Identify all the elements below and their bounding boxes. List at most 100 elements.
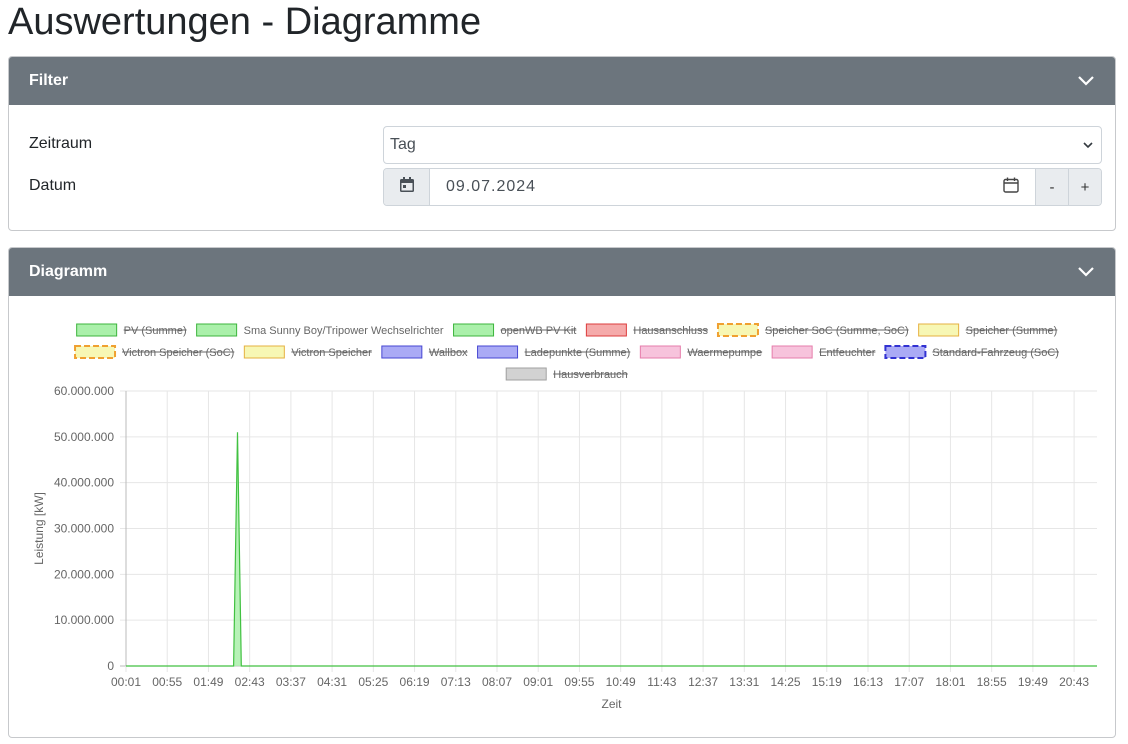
y-tick-label: 60.000.000 [54, 384, 114, 398]
y-tick-label: 0 [107, 659, 114, 673]
legend-swatch [771, 345, 813, 359]
series-area [126, 432, 1097, 666]
legend-label: PV (Summe) [124, 325, 187, 337]
datum-value: 09.07.2024 [446, 178, 537, 195]
x-tick-label: 09:01 [523, 675, 553, 689]
legend-item[interactable]: Victron Speicher (SoC) [74, 345, 235, 359]
x-tick-label: 04:31 [317, 675, 347, 689]
filter-header[interactable]: Filter [9, 57, 1115, 105]
legend-item[interactable]: openWB PV Kit [453, 323, 577, 337]
legend-label: Hausverbrauch [553, 369, 628, 381]
diagram-card: Diagramm PV (Summe) Sma Sunny Boy/Tripowe… [8, 247, 1116, 738]
datum-field[interactable]: 09.07.2024 [430, 169, 1035, 205]
legend-item[interactable]: PV (Summe) [76, 323, 187, 337]
zeitraum-value: Tag [390, 136, 416, 153]
x-tick-label: 15:19 [812, 675, 842, 689]
calendar-addon [384, 169, 430, 205]
zeitraum-select[interactable]: Tag [383, 126, 1102, 164]
x-tick-label: 06:19 [400, 675, 430, 689]
legend-swatch [74, 345, 117, 359]
series-line [126, 432, 1097, 667]
x-tick-label: 14:25 [771, 675, 801, 689]
legend-item[interactable]: Victron Speicher [243, 345, 372, 359]
date-increment-button[interactable]: + [1068, 169, 1101, 205]
legend-swatch [76, 323, 118, 337]
x-tick-label: 10:49 [606, 675, 636, 689]
x-tick-label: 16:13 [853, 675, 883, 689]
page-title: Auswertungen - Diagramme [8, 1, 482, 43]
legend-swatch [884, 345, 927, 359]
x-tick-label: 00:01 [111, 675, 141, 689]
x-tick-label: 18:55 [977, 675, 1007, 689]
legend-item[interactable]: Speicher SoC (Summe, SoC) [716, 323, 909, 337]
datum-input-group: 09.07.2024 - + [383, 168, 1102, 206]
chevron-down-icon[interactable] [1077, 263, 1095, 281]
legend-swatch [716, 323, 759, 337]
zeitraum-label: Zeitraum [29, 135, 93, 152]
calendar-picker-icon[interactable] [1003, 177, 1019, 198]
chart: PV (Summe) Sma Sunny Boy/Tripower Wechsel… [32, 323, 1097, 711]
legend-label: Victron Speicher [291, 347, 372, 359]
y-axis-title: Leistung [kW] [32, 492, 46, 565]
x-tick-label: 09:55 [564, 675, 594, 689]
legend-label: Speicher (Summe) [966, 325, 1058, 337]
legend-label: Victron Speicher (SoC) [122, 347, 234, 359]
chevron-down-icon [1083, 136, 1093, 154]
date-decrement-button[interactable]: - [1035, 169, 1068, 205]
legend-label: Wallbox [429, 347, 468, 359]
x-tick-label: 08:07 [482, 675, 512, 689]
y-tick-label: 30.000.000 [54, 522, 114, 536]
x-tick-label: 02:43 [235, 675, 265, 689]
x-tick-label: 20:43 [1059, 675, 1089, 689]
chevron-down-icon[interactable] [1077, 72, 1095, 90]
legend-label: Waermepumpe [687, 347, 762, 359]
x-axis-title: Zeit [601, 697, 622, 711]
legend-item[interactable]: Hausanschluss [585, 323, 708, 337]
legend-swatch [381, 345, 423, 359]
legend-item[interactable]: Standard-Fahrzeug (SoC) [884, 345, 1059, 359]
filter-header-title: Filter [29, 72, 69, 89]
legend-swatch [505, 367, 547, 381]
calendar-icon [399, 177, 414, 197]
datum-label: Datum [29, 177, 77, 194]
legend-swatch [196, 323, 238, 337]
legend-item[interactable]: Ladepunkte (Summe) [477, 345, 631, 359]
x-tick-label: 05:25 [358, 675, 388, 689]
x-tick-label: 17:07 [894, 675, 924, 689]
x-tick-label: 18:01 [935, 675, 965, 689]
legend-label: Ladepunkte (Summe) [525, 347, 631, 359]
legend-swatch [585, 323, 627, 337]
legend-item[interactable]: Sma Sunny Boy/Tripower Wechselrichter [196, 323, 444, 337]
x-tick-label: 11:43 [647, 675, 676, 689]
legend-label: Standard-Fahrzeug (SoC) [932, 347, 1059, 359]
diagram-header[interactable]: Diagramm [9, 248, 1115, 296]
legend-swatch [918, 323, 960, 337]
legend-label: Entfeuchter [819, 347, 876, 359]
x-tick-label: 03:37 [276, 675, 306, 689]
legend-swatch [453, 323, 495, 337]
y-tick-label: 10.000.000 [54, 613, 114, 627]
legend-item[interactable]: Waermepumpe [639, 345, 763, 359]
x-tick-label: 00:55 [152, 675, 182, 689]
legend-item[interactable]: Hausverbrauch [505, 367, 628, 381]
filter-card: Filter Zeitraum Tag Datum 09.07.2024 - + [8, 56, 1116, 231]
legend-item[interactable]: Wallbox [381, 345, 468, 359]
legend-swatch [243, 345, 285, 359]
diagram-header-title: Diagramm [29, 263, 108, 280]
x-tick-label: 01:49 [193, 675, 223, 689]
x-tick-label: 13:31 [729, 675, 759, 689]
legend-label: Hausanschluss [633, 325, 708, 337]
legend-label: Speicher SoC (Summe, SoC) [765, 325, 909, 337]
legend-swatch [477, 345, 519, 359]
x-tick-label: 12:37 [688, 675, 718, 689]
x-tick-label: 19:49 [1018, 675, 1048, 689]
legend-label: openWB PV Kit [501, 325, 577, 337]
legend-swatch [639, 345, 681, 359]
legend-item[interactable]: Entfeuchter [771, 345, 876, 359]
y-tick-label: 40.000.000 [54, 476, 114, 490]
legend-label: Sma Sunny Boy/Tripower Wechselrichter [244, 325, 444, 337]
x-tick-label: 07:13 [441, 675, 471, 689]
y-tick-label: 50.000.000 [54, 430, 114, 444]
legend-item[interactable]: Speicher (Summe) [918, 323, 1058, 337]
y-tick-label: 20.000.000 [54, 567, 114, 581]
